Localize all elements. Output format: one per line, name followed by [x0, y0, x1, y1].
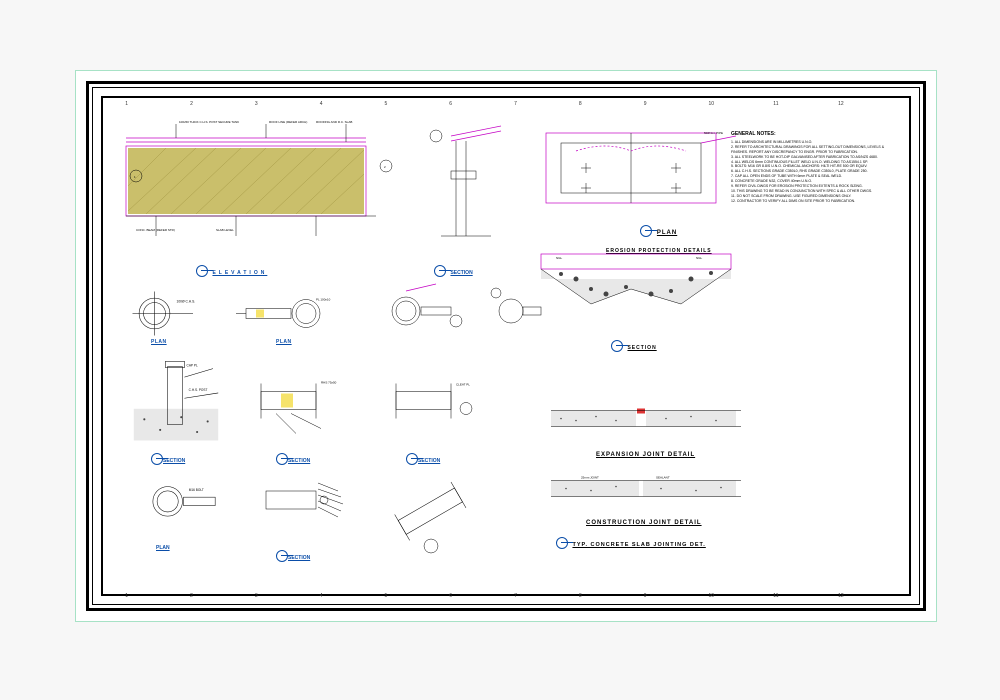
general-notes-heading: GENERAL NOTES: [731, 131, 901, 138]
detail-sec-2-label: SECTION [276, 449, 310, 467]
detail-marker-icon [151, 453, 163, 465]
svg-text:M16 BOLT: M16 BOLT [189, 488, 204, 492]
construction-joint: 25mm JOINT SEALANT [546, 466, 746, 511]
detail-plan-3 [366, 281, 476, 341]
svg-text:C.H.S. POST: C.H.S. POST [189, 388, 208, 392]
elevation-title: ELEVATION [196, 261, 267, 279]
detail-marker-icon [434, 265, 446, 277]
svg-text:ROOF LINE (REFER ARCH): ROOF LINE (REFER ARCH) [269, 120, 307, 124]
detail-marker-icon [406, 453, 418, 465]
detail-marker-icon [276, 550, 288, 562]
typ-joint-title: TYP. CONCRETE SLAB JOINTING DET. [556, 533, 706, 551]
svg-text:CLEAT PL: CLEAT PL [456, 383, 470, 387]
detail-plan-1: 100Ø C.H.S. [126, 286, 216, 341]
detail-plan-1-label: PLAN [151, 339, 167, 345]
detail-sec-3: CLEAT PL [371, 361, 491, 446]
svg-text:SLAB LEVEL: SLAB LEVEL [216, 228, 234, 232]
section-erosion-title: SECTION [611, 336, 657, 354]
detail-plan-5-label: PLAN [156, 536, 170, 554]
section-erosion: NGL NGL [531, 249, 751, 339]
detail-plan-4 [481, 281, 551, 341]
svg-text:100x50 THICK C.H.S. POST SECUR: 100x50 THICK C.H.S. POST SECURE TANK [179, 120, 239, 124]
svg-text:NGL: NGL [696, 256, 703, 260]
svg-text:100Ø C.H.S.: 100Ø C.H.S. [177, 300, 196, 304]
expansion-joint-title: EXPANSION JOINT DETAIL [596, 443, 695, 461]
detail-plan-2: PL 100x10 [231, 286, 351, 341]
grid-columns-bottom: 1 2 3 4 5 6 7 8 9 10 11 12 [101, 593, 911, 603]
svg-text:2: 2 [384, 165, 386, 169]
detail-marker-icon [276, 453, 288, 465]
svg-text:RHS 75x50: RHS 75x50 [321, 381, 337, 385]
detail-plan-5: M16 BOLT [136, 471, 231, 536]
svg-text:50Ø G.I. PIPE: 50Ø G.I. PIPE [704, 131, 723, 135]
section-small [421, 116, 511, 256]
grid-columns-top: 1 2 3 4 5 6 7 8 9 10 11 12 [101, 101, 911, 111]
drawing-sheet: 1 2 3 4 5 6 7 8 9 10 11 12 1 2 3 4 5 6 7… [75, 70, 937, 622]
svg-text:ROOFING AND R.C. SLAB: ROOFING AND R.C. SLAB [316, 120, 352, 124]
detail-plan-2-label: PLAN [276, 339, 292, 345]
detail-sec-alt [246, 471, 366, 546]
svg-text:PL 100x10: PL 100x10 [316, 298, 331, 302]
svg-text:SEALANT: SEALANT [656, 476, 670, 480]
detail-sec-1-label: SECTION [151, 449, 185, 467]
general-notes: GENERAL NOTES: 1. ALL DIMENSIONS ARE IN … [731, 131, 901, 204]
svg-text:CAP PL: CAP PL [187, 364, 198, 368]
svg-text:NGL: NGL [556, 256, 563, 260]
detail-sec-3-label: SECTION [406, 449, 440, 467]
detail-marker-icon [611, 340, 623, 352]
detail-sec-alt-label: SECTION [276, 546, 310, 564]
detail-angled [376, 466, 496, 566]
plan-erosion: 50Ø G.I. PIPE [536, 121, 736, 221]
expansion-joint [546, 396, 746, 441]
detail-marker-icon [196, 265, 208, 277]
section-small-title: SECTION [434, 261, 473, 279]
detail-marker-icon [556, 537, 568, 549]
detail-marker-icon [640, 225, 652, 237]
svg-text:25mm JOINT: 25mm JOINT [581, 476, 599, 480]
svg-text:CONC. BEAM (REFER STR): CONC. BEAM (REFER STR) [136, 228, 175, 232]
detail-sec-1: CAP PL C.H.S. POST [121, 356, 231, 451]
elevation-detail: 100x50 THICK C.H.S. POST SECURE TANK ROO… [116, 116, 416, 256]
detail-sec-2: RHS 75x50 [241, 361, 361, 446]
construction-joint-title: CONSTRUCTION JOINT DETAIL [586, 511, 702, 529]
